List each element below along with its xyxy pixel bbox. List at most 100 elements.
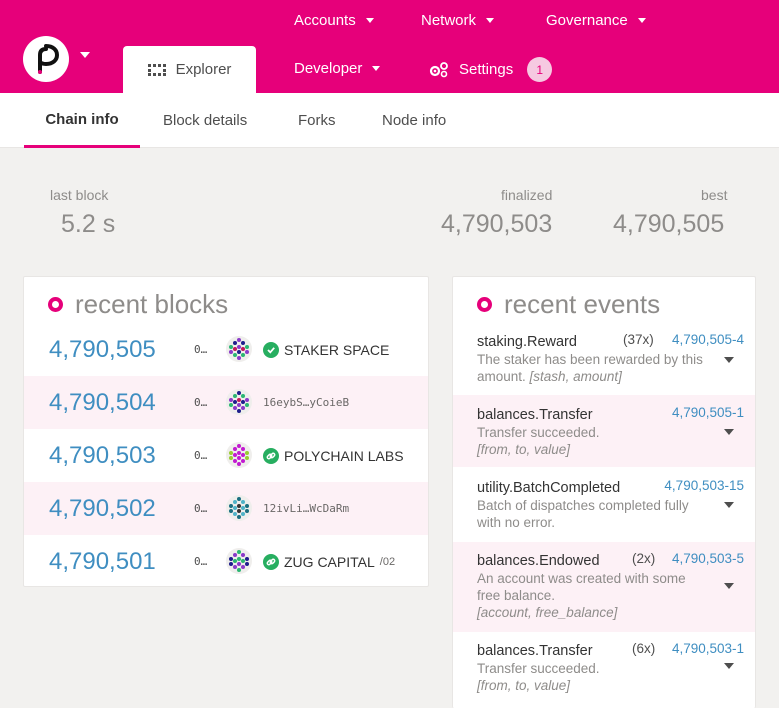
nav-network-label: Network xyxy=(421,12,477,29)
block-number-link[interactable]: 4,790,501 xyxy=(49,548,156,576)
chevron-down-icon xyxy=(486,18,495,23)
nav-developer-label: Developer xyxy=(294,60,363,77)
block-author[interactable]: 12ivLi…WcDaRm xyxy=(263,502,425,515)
expand-caret-icon[interactable] xyxy=(724,502,734,508)
expand-caret-icon[interactable] xyxy=(724,357,734,363)
block-number-link[interactable]: 4,790,503 xyxy=(49,442,156,470)
event-description-text: Transfer succeeded. xyxy=(477,425,600,440)
expand-caret-icon[interactable] xyxy=(724,583,734,589)
gears-icon xyxy=(429,61,448,77)
block-row[interactable]: 4,790,503 0… POLYCHAIN LABS xyxy=(24,429,428,482)
event-description-text: An account was created with some free ba… xyxy=(477,571,686,603)
block-number-link[interactable]: 4,790,502 xyxy=(49,495,156,523)
recent-events-card: recent events staking.Reward (37x) 4,790… xyxy=(452,276,756,708)
author-identicon-icon[interactable] xyxy=(226,495,252,521)
event-name: staking.Reward xyxy=(477,334,577,350)
polkadot-logo[interactable] xyxy=(23,36,69,82)
block-hash: 0… xyxy=(194,343,208,356)
author-identicon-icon[interactable] xyxy=(226,548,252,574)
event-args: [stash, amount] xyxy=(529,369,622,384)
author-identicon-icon[interactable] xyxy=(226,442,252,468)
recent-blocks-card: recent blocks 4,790,505 0… STAKER SPACE … xyxy=(23,276,429,587)
nav-governance[interactable]: Governance xyxy=(546,12,646,29)
block-number-link[interactable]: 4,790,504 xyxy=(49,389,156,417)
nav-explorer-tab[interactable]: Explorer xyxy=(123,46,256,93)
tab-chain-info-label: Chain info xyxy=(45,110,119,128)
block-author-address: 12ivLi…WcDaRm xyxy=(263,502,350,515)
event-args: [from, to, value] xyxy=(477,442,571,457)
event-block-link[interactable]: 4,790,503-5 xyxy=(672,551,744,566)
tab-node-info[interactable]: Node info xyxy=(382,93,446,148)
block-author-name: STAKER SPACE xyxy=(284,341,390,358)
nav-developer[interactable]: Developer xyxy=(294,60,381,77)
author-identicon-icon[interactable] xyxy=(226,389,252,415)
block-author-address: 16eybS…yCoieB xyxy=(263,396,350,409)
expand-caret-icon[interactable] xyxy=(724,663,734,669)
block-author-name: ZUG CAPITAL xyxy=(284,553,375,570)
tab-forks[interactable]: Forks xyxy=(298,93,336,148)
tab-chain-info[interactable]: Chain info xyxy=(24,93,140,148)
finalized-label: finalized xyxy=(501,187,553,203)
event-row[interactable]: utility.BatchCompleted 4,790,503-15 Batc… xyxy=(453,467,755,542)
link-chain-icon xyxy=(263,553,279,570)
expand-caret-icon[interactable] xyxy=(724,429,734,435)
last-block-label: last block xyxy=(50,187,109,203)
chain-selector-caret-icon[interactable] xyxy=(80,52,90,58)
tab-block-details[interactable]: Block details xyxy=(163,93,247,148)
block-author-suffix: /02 xyxy=(379,555,396,568)
nav-explorer-label: Explorer xyxy=(175,61,232,78)
chevron-down-icon xyxy=(637,18,646,23)
event-count: (6x) xyxy=(632,641,656,656)
top-navigation-bar: Accounts Network Governance Explorer Dev… xyxy=(0,0,779,93)
event-description: Batch of dispatches completed fully with… xyxy=(477,497,702,531)
tab-forks-label: Forks xyxy=(298,112,336,129)
chevron-down-icon xyxy=(365,18,374,23)
event-block-link[interactable]: 4,790,503-1 xyxy=(672,641,744,656)
recent-events-title-text: recent events xyxy=(504,289,661,319)
finalized-value: 4,790,503 xyxy=(441,210,553,238)
event-block-link[interactable]: 4,790,505-4 xyxy=(672,332,744,347)
chevron-down-icon xyxy=(372,66,381,71)
nav-network[interactable]: Network xyxy=(421,12,495,29)
block-row[interactable]: 4,790,502 0… 12ivLi…WcDaRm xyxy=(24,482,428,535)
event-description: Transfer succeeded. [from, to, value] xyxy=(477,424,717,458)
event-row[interactable]: balances.Endowed (2x) 4,790,503-5 An acc… xyxy=(453,542,755,632)
nav-settings-label: Settings xyxy=(459,61,514,78)
recent-blocks-title: recent blocks xyxy=(48,289,228,320)
settings-notification-badge: 1 xyxy=(527,57,553,82)
event-args: [from, to, value] xyxy=(477,678,571,693)
author-identicon-icon[interactable] xyxy=(226,336,252,362)
event-description-text: Transfer succeeded. xyxy=(477,661,600,676)
link-chain-icon xyxy=(263,447,279,464)
event-block-link[interactable]: 4,790,505-1 xyxy=(672,405,744,420)
block-hash: 0… xyxy=(194,396,208,409)
event-description: Transfer succeeded. [from, to, value] xyxy=(477,660,717,694)
best-label: best xyxy=(701,187,728,203)
block-author[interactable]: POLYCHAIN LABS xyxy=(263,447,425,464)
bullet-icon xyxy=(477,297,492,312)
block-author-name: POLYCHAIN LABS xyxy=(284,447,404,464)
event-block-link[interactable]: 4,790,503-15 xyxy=(664,478,744,493)
block-author[interactable]: ZUG CAPITAL/02 xyxy=(263,553,425,570)
nav-accounts[interactable]: Accounts xyxy=(294,12,374,29)
event-name: balances.Transfer xyxy=(477,407,593,423)
block-author[interactable]: STAKER SPACE xyxy=(263,341,425,358)
event-row[interactable]: balances.Transfer 4,790,505-1 Transfer s… xyxy=(453,395,755,467)
block-hash: 0… xyxy=(194,502,208,515)
event-row[interactable]: balances.Transfer (6x) 4,790,503-1 Trans… xyxy=(453,632,755,708)
nav-accounts-label: Accounts xyxy=(294,12,356,29)
block-number-link[interactable]: 4,790,505 xyxy=(49,336,156,364)
best-value: 4,790,505 xyxy=(613,210,725,238)
event-count: (2x) xyxy=(632,551,656,566)
event-description: An account was created with some free ba… xyxy=(477,570,692,621)
block-author[interactable]: 16eybS…yCoieB xyxy=(263,396,425,409)
event-row[interactable]: staking.Reward (37x) 4,790,505-4 The sta… xyxy=(453,325,755,395)
nav-settings[interactable]: Settings 1 xyxy=(429,57,553,82)
explorer-subnav: Chain info Block details Forks Node info xyxy=(0,93,779,148)
event-name: balances.Endowed xyxy=(477,553,600,569)
block-row[interactable]: 4,790,505 0… STAKER SPACE xyxy=(24,323,428,376)
tab-block-details-label: Block details xyxy=(163,112,248,129)
block-row[interactable]: 4,790,501 0… ZUG CAPITAL/02 xyxy=(24,535,428,588)
block-row[interactable]: 4,790,504 0… 16eybS…yCoieB xyxy=(24,376,428,429)
recent-events-title: recent events xyxy=(477,289,660,320)
